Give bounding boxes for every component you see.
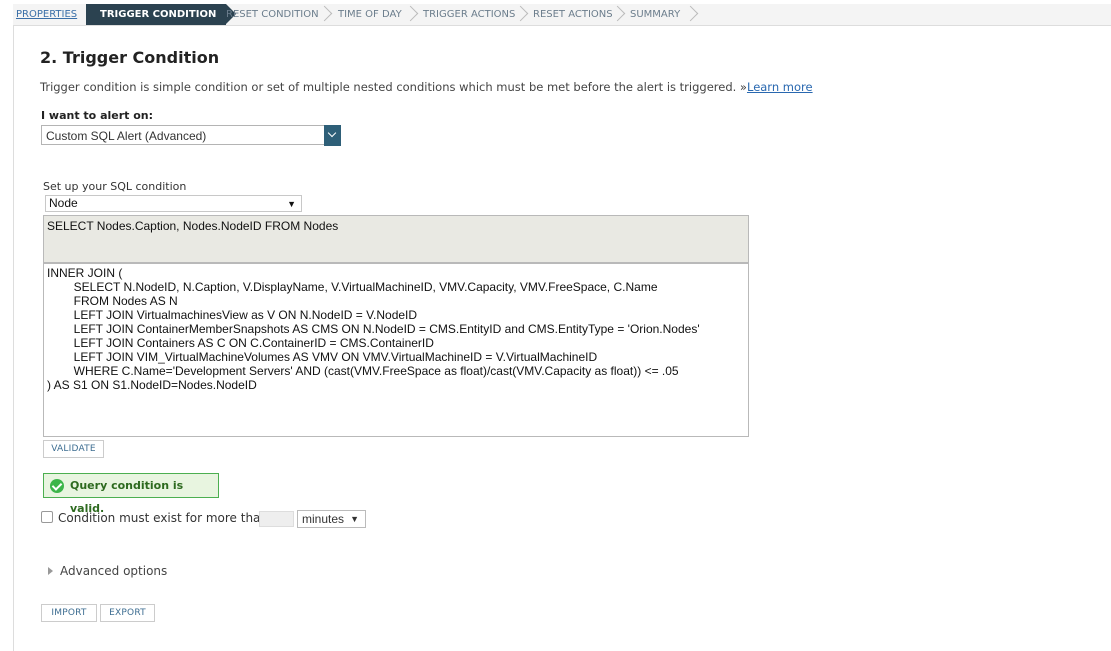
sql-line: LEFT JOIN ContainerMemberSnapshots AS CM… (47, 322, 700, 336)
sql-select-text: SELECT Nodes.Caption, Nodes.NodeID FROM … (47, 219, 339, 233)
chevron-right-icon (687, 7, 699, 21)
sql-line: LEFT JOIN VIM_VirtualMachineVolumes AS V… (47, 350, 598, 364)
step-summary-label: SUMMARY (630, 9, 681, 20)
sql-line: INNER JOIN ( (47, 266, 123, 280)
step-reset-condition-label: RESET CONDITION (226, 9, 319, 20)
step-properties[interactable]: PROPERTIES (16, 4, 77, 25)
duration-input[interactable] (259, 511, 294, 527)
step-reset-actions-label: RESET ACTIONS (533, 9, 613, 20)
step-time-of-day[interactable]: TIME OF DAY (338, 4, 402, 25)
step-reset-condition[interactable]: RESET CONDITION (226, 4, 319, 25)
condition-duration-checkbox[interactable] (41, 511, 53, 523)
sql-line: SELECT N.NodeID, N.Caption, V.DisplayNam… (47, 280, 658, 294)
condition-duration-label: Condition must exist for more than (58, 511, 269, 525)
alert-on-label: I want to alert on: (41, 109, 154, 122)
step-time-of-day-label: TIME OF DAY (338, 9, 402, 20)
chevron-down-icon[interactable] (324, 125, 341, 146)
import-button[interactable]: IMPORT (41, 604, 97, 622)
chevron-right-icon (517, 7, 529, 21)
chevron-right-icon (407, 7, 419, 21)
sql-line: LEFT JOIN VirtualmachinesView as V ON N.… (47, 308, 418, 322)
page-title: 2. Trigger Condition (40, 48, 220, 67)
step-summary[interactable]: SUMMARY (630, 4, 680, 25)
advanced-options-toggle[interactable]: Advanced options (60, 564, 167, 578)
sql-select-statement: SELECT Nodes.Caption, Nodes.NodeID FROM … (43, 215, 749, 263)
alert-on-value: Custom SQL Alert (Advanced) (46, 129, 207, 143)
page-description: Trigger condition is simple condition or… (40, 80, 813, 94)
wizard-breadcrumb: PROPERTIES TRIGGER CONDITION RESET CONDI… (13, 4, 1111, 26)
chevron-right-icon (321, 7, 333, 21)
alert-on-select[interactable]: Custom SQL Alert (Advanced) (41, 125, 341, 146)
object-type-value: Node (49, 196, 78, 210)
sql-line: WHERE C.Name='Development Servers' AND (… (47, 364, 679, 378)
validation-status: Query condition is valid. (43, 473, 219, 515)
learn-more-link[interactable]: Learn more (747, 80, 813, 94)
step-trigger-condition-label: TRIGGER CONDITION (100, 9, 217, 20)
duration-unit-value: minutes (302, 512, 345, 526)
duration-unit-select[interactable]: minutes ▼ (297, 510, 366, 528)
sql-line: FROM Nodes AS N (47, 294, 178, 308)
sql-line: LEFT JOIN Containers AS C ON C.Container… (47, 336, 434, 350)
dropdown-arrow-icon: ▼ (350, 514, 359, 524)
sql-condition-editor[interactable]: INNER JOIN ( SELECT N.NodeID, N.Caption,… (43, 263, 749, 437)
check-circle-icon (50, 479, 64, 493)
sql-condition-label: Set up your SQL condition (43, 180, 187, 193)
description-text: Trigger condition is simple condition or… (40, 80, 747, 94)
expand-arrow-icon[interactable] (48, 567, 53, 575)
step-reset-actions[interactable]: RESET ACTIONS (533, 4, 613, 25)
dropdown-arrow-icon: ▼ (287, 199, 296, 209)
sql-line: ) AS S1 ON S1.NodeID=Nodes.NodeID (47, 378, 257, 392)
step-trigger-actions[interactable]: TRIGGER ACTIONS (423, 4, 515, 25)
step-properties-link[interactable]: PROPERTIES (16, 9, 77, 20)
step-trigger-condition[interactable]: TRIGGER CONDITION (86, 4, 237, 25)
step-trigger-actions-label: TRIGGER ACTIONS (423, 9, 516, 20)
chevron-right-icon (614, 7, 626, 21)
validate-button[interactable]: VALIDATE (43, 440, 104, 458)
object-type-select[interactable]: Node ▼ (45, 195, 302, 212)
export-button[interactable]: EXPORT (100, 604, 155, 622)
